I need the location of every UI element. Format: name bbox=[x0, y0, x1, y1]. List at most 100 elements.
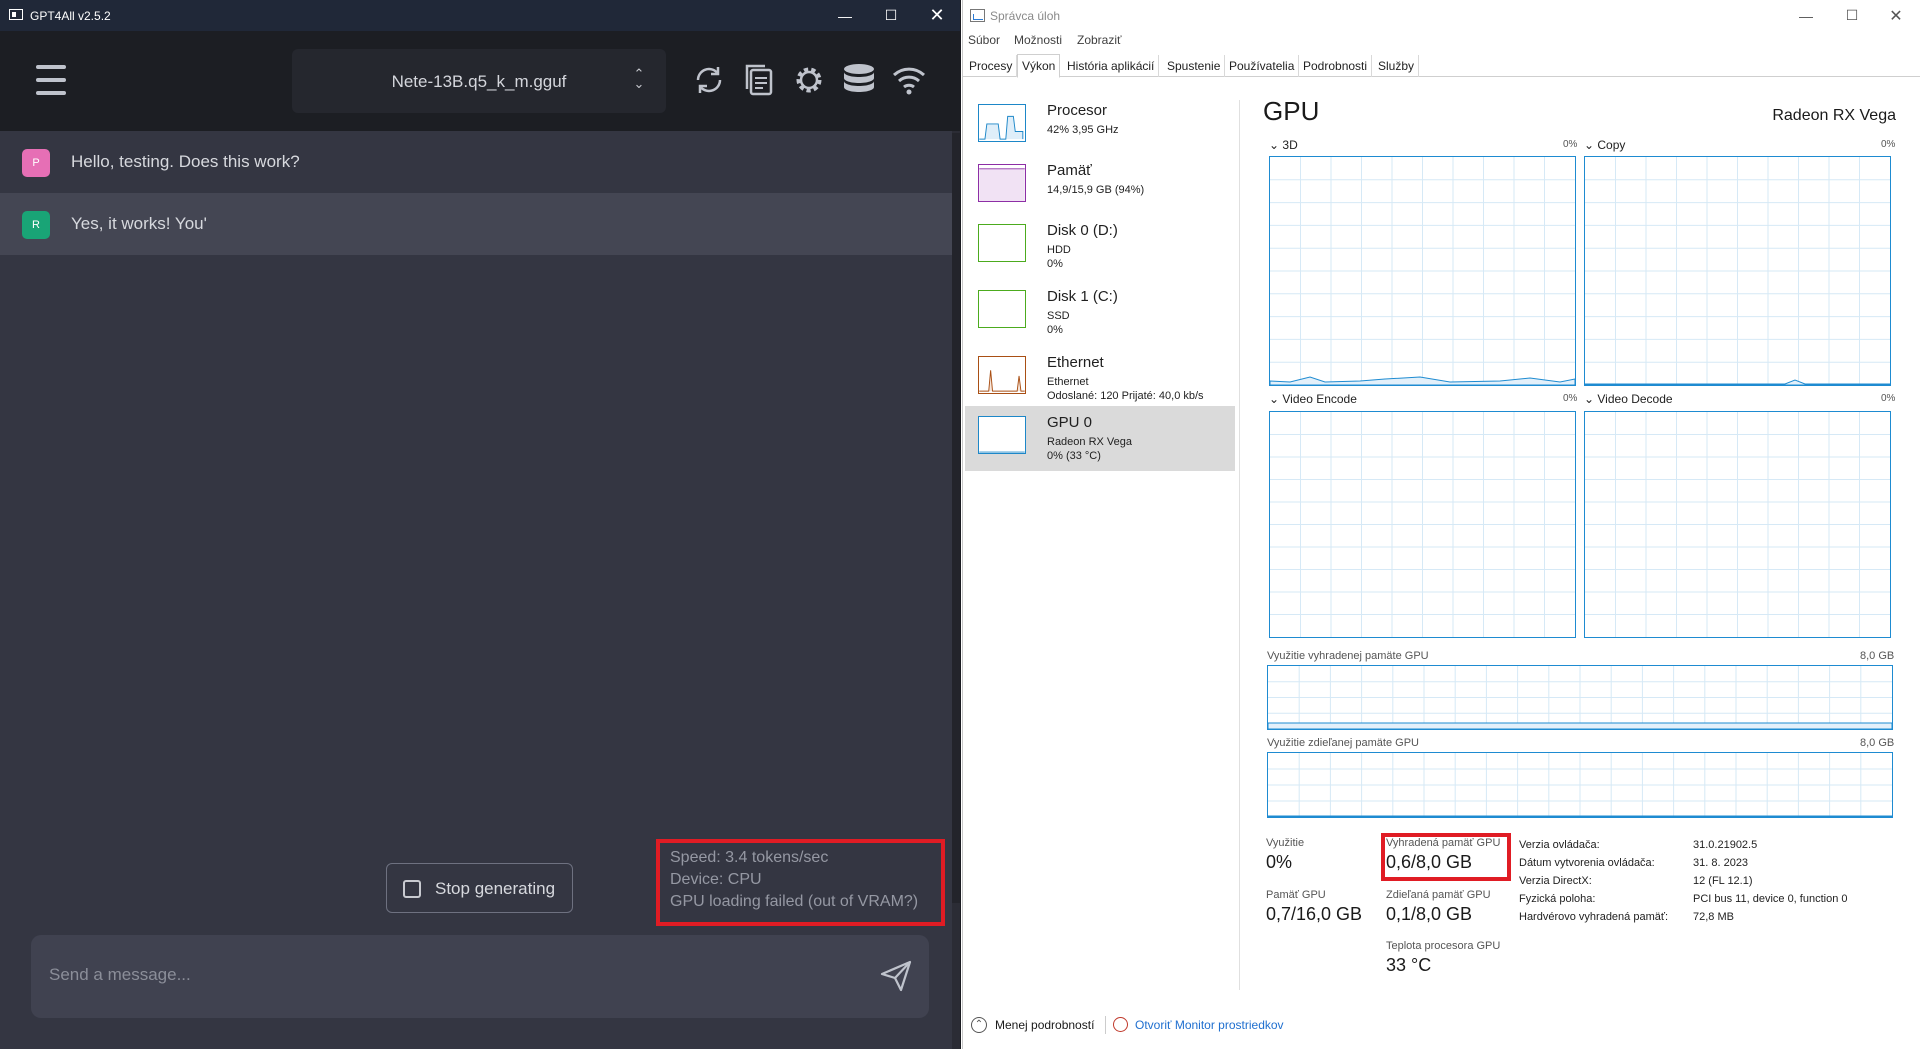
engine-video-decode-graph bbox=[1584, 411, 1891, 638]
tab-performance[interactable]: Výkon bbox=[1017, 54, 1061, 78]
sidebar-item-disk0[interactable]: Disk 0 (D:) HDD 0% bbox=[965, 214, 1235, 279]
tab-users[interactable]: Používatelia bbox=[1225, 55, 1300, 77]
info-key: Verzia DirectX: bbox=[1519, 875, 1592, 887]
tab-details[interactable]: Podrobnosti bbox=[1299, 55, 1373, 77]
sidebar-item-cpu[interactable]: Procesor 42% 3,95 GHz bbox=[965, 94, 1235, 159]
scrollbar-thumb[interactable] bbox=[952, 133, 960, 903]
engine-3d-label[interactable]: ⌄ 3D bbox=[1269, 138, 1298, 152]
sidebar-name: GPU 0 bbox=[1047, 414, 1093, 431]
shared-memory-max: 8,0 GB bbox=[1860, 737, 1895, 749]
menu-view[interactable]: Zobraziť bbox=[1077, 33, 1122, 47]
tab-services[interactable]: Služby bbox=[1374, 55, 1420, 77]
engine-copy-label[interactable]: ⌄ Copy bbox=[1584, 138, 1625, 152]
highlight-box bbox=[1381, 833, 1511, 881]
graph-grid bbox=[1270, 157, 1575, 385]
model-selector[interactable]: Nete-13B.q5_k_m.gguf ⌃ ⌄ bbox=[292, 49, 666, 113]
menu-options[interactable]: Možnosti bbox=[1014, 33, 1062, 47]
tab-startup[interactable]: Spustenie bbox=[1163, 55, 1226, 77]
close-button[interactable]: ✕ bbox=[914, 0, 960, 31]
stat-value: 33 °C bbox=[1386, 955, 1432, 975]
footer-bar: ⌃ Menej podrobností Otvoriť Monitor pros… bbox=[963, 1010, 1920, 1040]
graph-grid bbox=[1270, 412, 1575, 637]
sidebar-sub: HDD bbox=[1047, 244, 1071, 256]
speed-text: Speed: 3.4 tokens/sec bbox=[670, 849, 829, 866]
gpu-name: Radeon RX Vega bbox=[1772, 107, 1896, 124]
task-manager-title: Správca úloh bbox=[990, 9, 1061, 23]
sidebar-item-gpu0[interactable]: GPU 0 Radeon RX Vega 0% (33 °C) bbox=[965, 406, 1235, 471]
disk1-thumbnail bbox=[978, 290, 1026, 328]
info-value: 72,8 MB bbox=[1693, 911, 1734, 923]
chevron-up-icon[interactable]: ⌃ bbox=[971, 1017, 987, 1033]
engine-3d-pct: 0% bbox=[1563, 139, 1578, 150]
gpt4all-titlebar: GPT4All v2.5.2 — ☐ ✕ bbox=[0, 0, 960, 31]
engine-3d-graph bbox=[1269, 156, 1576, 386]
app-icon bbox=[9, 9, 23, 20]
sidebar-sub2: Odoslané: 120 Prijaté: 40,0 kb/s bbox=[1047, 390, 1204, 402]
message-text: Yes, it works! You' bbox=[71, 214, 207, 233]
graph-grid bbox=[1585, 157, 1890, 385]
sidebar-sub: 42% 3,95 GHz bbox=[1047, 124, 1119, 136]
task-manager-window: Správca úloh — ☐ ✕ Súbor Možnosti Zobraz… bbox=[962, 0, 1920, 1049]
refresh-icon[interactable] bbox=[690, 61, 728, 99]
sidebar-item-memory[interactable]: Pamäť 14,9/15,9 GB (94%) bbox=[965, 154, 1235, 219]
sidebar-name: Pamäť bbox=[1047, 162, 1092, 179]
info-key: Verzia ovládača: bbox=[1519, 839, 1600, 851]
stop-generating-label: Stop generating bbox=[435, 879, 556, 898]
menu-file[interactable]: Súbor bbox=[968, 33, 1000, 47]
status-info-box: Speed: 3.4 tokens/sec Device: CPU GPU lo… bbox=[656, 839, 945, 926]
tab-app-history[interactable]: História aplikácií bbox=[1063, 55, 1160, 77]
dedicated-memory-graph bbox=[1267, 665, 1893, 730]
tab-bar: Procesy Výkon História aplikácií Spusten… bbox=[963, 53, 1920, 78]
stat-gpu-memory: Pamäť GPU 0,7/16,0 GB bbox=[1266, 889, 1362, 925]
tab-processes[interactable]: Procesy bbox=[965, 55, 1018, 77]
shared-memory-label: Využitie zdieľanej pamäte GPU bbox=[1267, 737, 1419, 749]
resource-monitor-link[interactable]: Otvoriť Monitor prostriedkov bbox=[1135, 1018, 1284, 1032]
stat-value: 0% bbox=[1266, 852, 1293, 872]
sidebar-item-ethernet[interactable]: Ethernet Ethernet Odoslané: 120 Prijaté:… bbox=[965, 346, 1235, 411]
sidebar-sub: SSD bbox=[1047, 310, 1070, 322]
chat-message-response: R Yes, it works! You' bbox=[0, 193, 952, 255]
wifi-icon[interactable] bbox=[890, 61, 928, 99]
info-value: 12 (FL 12.1) bbox=[1693, 875, 1753, 887]
memory-thumbnail bbox=[978, 164, 1026, 202]
gpt4all-window: GPT4All v2.5.2 — ☐ ✕ Nete-13B.q5_k_m.ggu… bbox=[0, 0, 961, 1049]
stat-value: 0,7/16,0 GB bbox=[1266, 904, 1363, 924]
info-key: Hardvérovo vyhradená pamäť: bbox=[1519, 911, 1669, 923]
sidebar-sub2: 0% (33 °C) bbox=[1047, 450, 1101, 462]
settings-icon[interactable] bbox=[790, 61, 828, 99]
engine-video-decode-label[interactable]: ⌄ Video Decode bbox=[1584, 392, 1673, 406]
stop-generating-button[interactable]: Stop generating bbox=[386, 863, 573, 913]
minimize-button[interactable]: — bbox=[822, 0, 868, 31]
dedicated-memory-label: Využitie vyhradenej pamäte GPU bbox=[1267, 650, 1429, 662]
message-text: Hello, testing. Does this work? bbox=[71, 152, 300, 171]
info-key: Dátum vytvorenia ovládača: bbox=[1519, 857, 1655, 869]
stat-shared-memory: Zdieľaná pamäť GPU 0,1/8,0 GB bbox=[1386, 889, 1491, 925]
copy-icon[interactable] bbox=[740, 61, 778, 99]
close-button[interactable]: ✕ bbox=[1873, 0, 1919, 31]
updown-chevron-icon: ⌃ ⌄ bbox=[633, 66, 645, 91]
engine-video-encode-label[interactable]: ⌄ Video Encode bbox=[1269, 392, 1357, 406]
stop-square-icon bbox=[403, 880, 421, 898]
message-input[interactable] bbox=[49, 957, 849, 993]
gpt4all-header: Nete-13B.q5_k_m.gguf ⌃ ⌄ bbox=[0, 31, 960, 131]
sidebar-sub: Ethernet bbox=[1047, 376, 1089, 388]
user-avatar: P bbox=[22, 149, 50, 177]
sidebar-name: Disk 0 (D:) bbox=[1047, 222, 1118, 239]
stat-label: Využitie bbox=[1266, 837, 1305, 849]
maximize-button[interactable]: ☐ bbox=[1829, 0, 1875, 31]
database-icon[interactable] bbox=[840, 61, 878, 99]
graph-grid bbox=[1268, 753, 1892, 817]
hamburger-menu-icon[interactable] bbox=[36, 65, 66, 97]
assistant-avatar: R bbox=[22, 211, 50, 239]
ethernet-thumbnail bbox=[978, 356, 1026, 394]
stat-label: Teplota procesora GPU bbox=[1386, 940, 1501, 952]
less-details-link[interactable]: Menej podrobností bbox=[995, 1018, 1094, 1032]
sidebar-sub: Radeon RX Vega bbox=[1047, 436, 1133, 448]
chat-scrollbar[interactable] bbox=[952, 131, 960, 1049]
graph-grid bbox=[1268, 666, 1892, 729]
send-icon[interactable] bbox=[879, 959, 913, 993]
gpu-thumbnail bbox=[978, 416, 1026, 454]
maximize-button[interactable]: ☐ bbox=[868, 0, 914, 31]
minimize-button[interactable]: — bbox=[1783, 0, 1829, 31]
sidebar-item-disk1[interactable]: Disk 1 (C:) SSD 0% bbox=[965, 280, 1235, 345]
